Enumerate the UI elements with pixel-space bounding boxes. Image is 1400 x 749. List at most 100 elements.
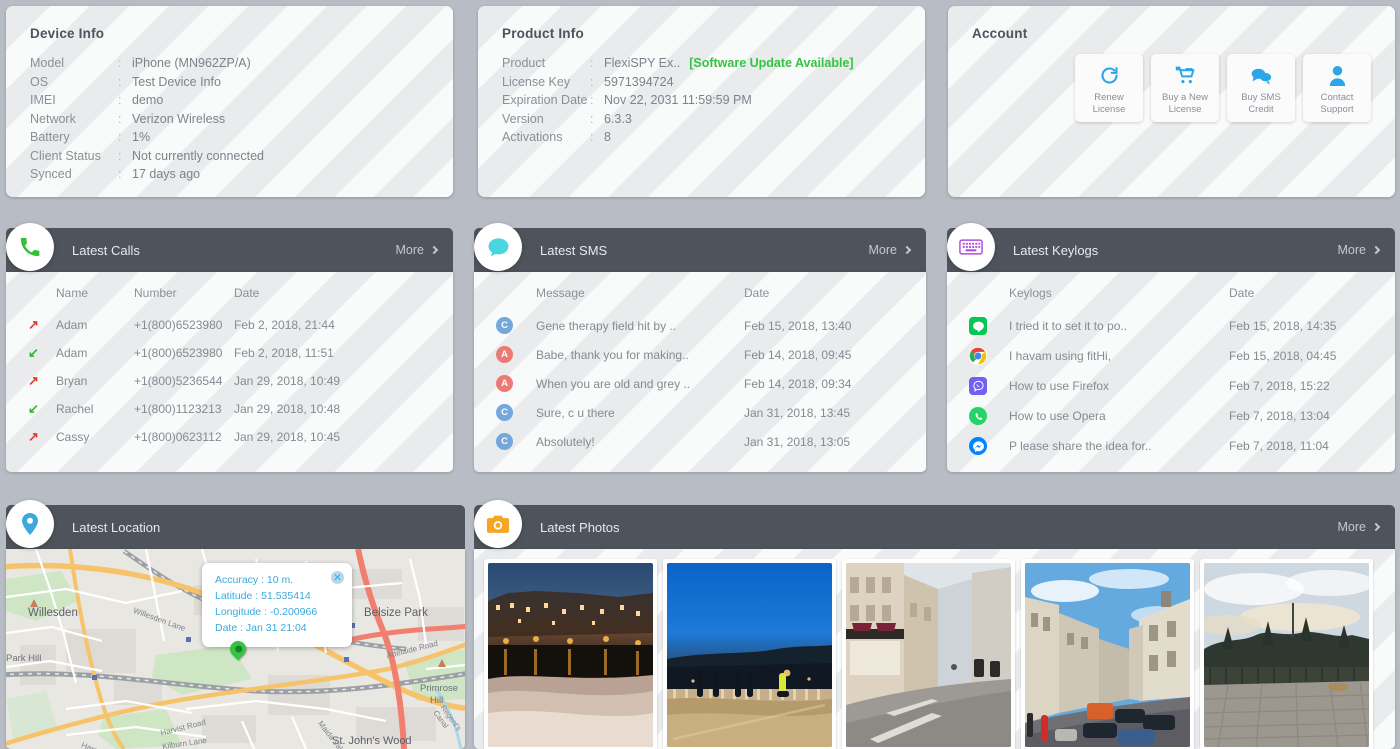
table-row[interactable]: C Gene therapy field hit by .. Feb 15, 2… <box>474 311 908 340</box>
table-row[interactable]: A When you are old and grey .. Feb 14, 2… <box>474 369 908 398</box>
table-row[interactable]: ↙ Rachel +1(800)1123213 Jan 29, 2018, 10… <box>6 395 435 423</box>
table-row[interactable]: ↗ Bryan +1(800)5236544 Jan 29, 2018, 10:… <box>6 367 435 395</box>
table-row[interactable]: How to use Opera Feb 7, 2018, 13:04 <box>947 401 1377 431</box>
row-colon: : <box>118 165 132 184</box>
table-row[interactable]: I havam using fitHi, Feb 15, 2018, 04:45 <box>947 341 1377 371</box>
row-label: IMEI <box>30 91 118 110</box>
popup-latitude: Latitude : 51.535414 <box>215 588 339 604</box>
table-row[interactable]: ↗ Cassy +1(800)0623112 Jan 29, 2018, 10:… <box>6 423 435 451</box>
map-container[interactable]: Willesden Belsize Park Park Hill Primros… <box>6 549 465 749</box>
latest-location-panel: Latest Location <box>6 505 465 749</box>
table-row[interactable]: C Sure, c u there Jan 31, 2018, 13:45 <box>474 398 908 427</box>
avatar: C <box>496 433 513 450</box>
dashboard: Device Info Model : iPhone (MN962ZP/A) O… <box>0 0 1400 749</box>
photo-thumbnail[interactable] <box>484 559 657 749</box>
sms-message: Gene therapy field hit by .. <box>536 311 744 340</box>
chat-bubbles-icon <box>1250 63 1272 87</box>
table-row[interactable]: I tried it to set it to po.. Feb 15, 201… <box>947 311 1377 341</box>
photo-thumbnail[interactable] <box>1021 559 1194 749</box>
row-colon: : <box>118 73 132 92</box>
btn-line2: License <box>1093 104 1126 115</box>
call-number: +1(800)6523980 <box>134 311 234 339</box>
table-header-row: Keylogs Date <box>947 272 1377 311</box>
sms-avatar: C <box>474 398 536 427</box>
btn-line2: Support <box>1320 104 1353 115</box>
avatar: C <box>496 404 513 421</box>
latest-photos-more-link[interactable]: More <box>1338 520 1379 534</box>
table-row[interactable]: A Babe, thank you for making.. Feb 14, 2… <box>474 340 908 369</box>
row-label: License Key <box>502 73 590 92</box>
latest-photos-header: Latest Photos More <box>474 505 1395 549</box>
close-icon[interactable]: ✕ <box>331 571 344 584</box>
sms-message: Babe, thank you for making.. <box>536 340 744 369</box>
latest-keylogs-body: Keylogs Date I tried it to set it to po.… <box>947 272 1395 472</box>
latest-sms-more-link[interactable]: More <box>869 243 910 257</box>
row-label: Battery <box>30 128 118 147</box>
table-row[interactable]: How to use Firefox Feb 7, 2018, 15:22 <box>947 371 1377 401</box>
latest-keylogs-title: Latest Keylogs <box>1013 243 1338 258</box>
sms-avatar: A <box>474 369 536 398</box>
sms-date: Jan 31, 2018, 13:45 <box>744 398 908 427</box>
row-value: Nov 22, 2031 11:59:59 PM <box>604 91 752 110</box>
photo-thumbnail[interactable] <box>1200 559 1373 749</box>
row-label: Product <box>502 54 590 73</box>
avatar: A <box>496 375 513 392</box>
col-message: Message <box>536 272 744 311</box>
table-row[interactable]: ↗ Adam +1(800)6523980 Feb 2, 2018, 21:44 <box>6 311 435 339</box>
software-update-badge[interactable]: [Software Update Available] <box>689 54 853 73</box>
sms-date: Feb 14, 2018, 09:45 <box>744 340 908 369</box>
buy-new-license-button[interactable]: Buy a New License <box>1151 54 1219 122</box>
sms-message: Absolutely! <box>536 427 744 456</box>
cloudy-sky-over-cobbled-square <box>1204 563 1369 747</box>
row-colon: : <box>118 91 132 110</box>
call-number: +1(800)1123213 <box>134 395 234 423</box>
col-date: Date <box>234 272 435 311</box>
col-app <box>947 272 1009 311</box>
row-label: Synced <box>30 165 118 184</box>
call-direction-outgoing-icon: ↗ <box>6 311 56 339</box>
river-at-dusk-with-lit-buildings <box>488 563 653 747</box>
row-value: Verizon Wireless <box>132 110 225 129</box>
row-label: Activations <box>502 128 590 147</box>
latest-calls-more-link[interactable]: More <box>396 243 437 257</box>
account-title: Account <box>972 26 1371 41</box>
blue-hour-bridge-with-people <box>667 563 832 747</box>
call-name: Rachel <box>56 395 134 423</box>
contact-support-button[interactable]: Contact Support <box>1303 54 1371 122</box>
product-info-row: License Key : 5971394724 <box>502 73 901 92</box>
device-info-row: Model : iPhone (MN962ZP/A) <box>30 54 429 73</box>
latest-photos-body <box>474 549 1395 749</box>
keylog-text: I havam using fitHi, <box>1009 341 1229 371</box>
table-row[interactable]: P lease share the idea for.. Feb 7, 2018… <box>947 431 1377 461</box>
table-row[interactable]: ↙ Adam +1(800)6523980 Feb 2, 2018, 11:51 <box>6 339 435 367</box>
call-date: Feb 2, 2018, 21:44 <box>234 311 435 339</box>
map-label: Willesden <box>28 607 78 619</box>
user-icon <box>1328 63 1347 87</box>
sms-avatar: A <box>474 340 536 369</box>
table-row[interactable]: C Absolutely! Jan 31, 2018, 13:05 <box>474 427 908 456</box>
row-colon: : <box>590 110 604 129</box>
keylog-app <box>947 311 1009 341</box>
latest-keylogs-panel: Latest Keylogs More Keylogs Date <box>947 228 1395 472</box>
col-date: Date <box>744 272 908 311</box>
keylog-date: Feb 7, 2018, 11:04 <box>1229 431 1377 461</box>
call-direction-incoming-icon: ↙ <box>6 395 56 423</box>
sms-date: Feb 14, 2018, 09:34 <box>744 369 908 398</box>
photo-thumbnail[interactable] <box>842 559 1015 749</box>
map-label: Belsize Park <box>364 607 428 619</box>
buy-sms-credit-button[interactable]: Buy SMS Credit <box>1227 54 1295 122</box>
product-info-row: Expiration Date : Nov 22, 2031 11:59:59 … <box>502 91 901 110</box>
col-direction <box>6 272 56 311</box>
phone-icon <box>6 223 54 271</box>
latest-calls-table: Name Number Date ↗ Adam +1(800)6523980 F… <box>6 272 435 451</box>
photo-thumbnail[interactable] <box>663 559 836 749</box>
sms-message: When you are old and grey .. <box>536 369 744 398</box>
call-direction-incoming-icon: ↙ <box>6 339 56 367</box>
call-date: Jan 29, 2018, 10:45 <box>234 423 435 451</box>
sms-message: Sure, c u there <box>536 398 744 427</box>
row-colon: : <box>590 54 604 73</box>
more-label: More <box>1338 243 1366 257</box>
latest-keylogs-more-link[interactable]: More <box>1338 243 1379 257</box>
col-name: Name <box>56 272 134 311</box>
renew-license-button[interactable]: Renew License <box>1075 54 1143 122</box>
